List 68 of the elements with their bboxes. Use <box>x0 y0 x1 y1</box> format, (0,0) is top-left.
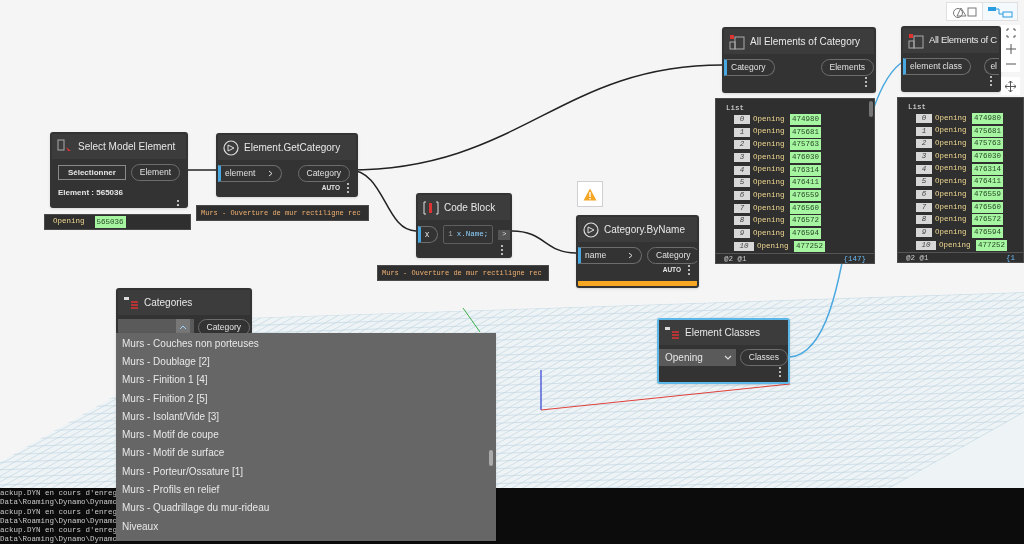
brackets-icon <box>423 199 439 216</box>
list-icon <box>123 294 139 311</box>
dropdown-option[interactable]: Murs - Profils en relief <box>116 480 496 499</box>
dropdown-option[interactable]: Murs - Couches non porteuses <box>116 334 496 353</box>
play-icon <box>223 139 239 156</box>
dropdown-option[interactable]: Murs - Quadrillage du mur-rideau <box>116 498 496 517</box>
dropdown-option[interactable]: Niveaux <box>116 516 496 536</box>
fit-view-icon[interactable] <box>1005 28 1016 38</box>
node-graph-icon <box>987 5 1013 18</box>
node-title: Category.ByName <box>604 223 685 237</box>
chevron-right-icon <box>628 252 633 259</box>
pan-icon <box>1005 80 1016 92</box>
dropdown-option[interactable]: Murs - Motif de surface <box>116 443 496 463</box>
element-info: Element : 565036 <box>58 187 123 199</box>
stack-icon <box>729 33 745 50</box>
more-icon[interactable] <box>687 264 691 276</box>
warning-icon <box>583 187 597 201</box>
more-icon[interactable] <box>864 76 868 88</box>
node-header[interactable]: Category.ByName <box>578 217 697 242</box>
shapes-icon <box>951 5 978 18</box>
node-header[interactable]: Element.GetCategory <box>218 135 356 160</box>
zoom-in-icon[interactable] <box>1005 44 1016 54</box>
node-title: Code Block <box>444 201 496 215</box>
more-icon[interactable] <box>500 244 504 256</box>
node-card[interactable]: All Elements of Category Category Elements <box>722 27 876 93</box>
node-title: All Elements of C <box>929 33 997 48</box>
scrollbar-thumb[interactable] <box>489 450 493 466</box>
node-header[interactable]: Select Model Element <box>52 134 186 159</box>
chevron-right-icon <box>268 170 273 177</box>
more-icon[interactable] <box>989 75 993 87</box>
node-title: All Elements of Category <box>750 35 861 49</box>
dropdown-option[interactable]: Murs - Porteur/Ossature [1] <box>116 462 496 481</box>
view-toggle-button[interactable] <box>982 3 1017 20</box>
node-title: Select Model Element <box>78 140 176 154</box>
dropdown-option[interactable]: Murs - Motif de coupe <box>116 425 496 444</box>
dropdown-field[interactable]: Opening <box>659 349 736 366</box>
node-header[interactable]: Categories <box>118 290 250 315</box>
node-title: Categories <box>144 296 193 310</box>
node-card[interactable]: Element Classes Opening Classes <box>657 318 790 384</box>
dropdown-option[interactable]: Murs - Finition 1 [4] <box>116 370 496 389</box>
node-title: Element Classes <box>685 326 761 340</box>
scrollbar-thumb[interactable] <box>869 101 873 117</box>
select-button[interactable]: Sélectionner <box>58 165 126 180</box>
node-card[interactable]: Select Model Element Sélectionner Element Element : 565036 <box>50 132 188 208</box>
pan-button[interactable] <box>1001 77 1020 95</box>
node-header[interactable]: All Elements of Category <box>724 29 874 54</box>
more-icon[interactable] <box>346 182 350 194</box>
more-icon[interactable] <box>778 366 782 378</box>
stack-icon <box>908 32 924 49</box>
dropdown-option[interactable]: Murs - Finition 2 [5] <box>116 388 496 408</box>
wire <box>187 169 217 171</box>
dropdown-option[interactable]: Murs - Doublage [2] <box>116 352 496 371</box>
dropdown-option[interactable]: Murs - Isolant/Vide [3] <box>116 407 496 426</box>
caret-down-icon[interactable] <box>723 354 732 361</box>
node-card[interactable]: Categories Category <box>116 288 252 335</box>
wire <box>511 230 577 254</box>
dropdown-field[interactable] <box>118 319 194 333</box>
node-header[interactable]: All Elements of C <box>903 28 999 53</box>
node-title: Element.GetCategory <box>244 141 341 155</box>
list-icon <box>664 324 680 341</box>
play-icon <box>583 221 599 238</box>
port-label: name <box>585 249 607 262</box>
node-header[interactable]: Element Classes <box>659 320 788 345</box>
caret-up-icon[interactable] <box>175 319 190 333</box>
node-card[interactable]: All Elements of C element class el <box>901 26 1001 92</box>
dropdown-value: Opening <box>665 351 703 365</box>
node-header[interactable]: Code Block <box>418 195 510 220</box>
port-label: element <box>225 167 256 180</box>
